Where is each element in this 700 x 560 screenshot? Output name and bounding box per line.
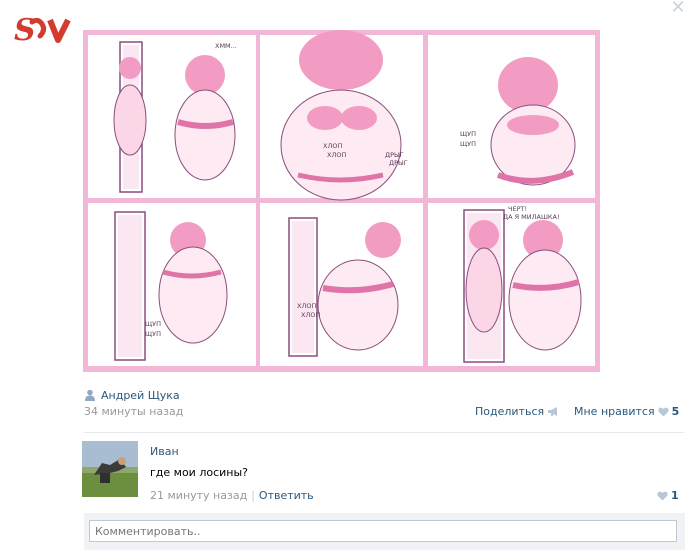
comment-text: где мои лосины? xyxy=(150,466,248,479)
divider xyxy=(84,432,684,433)
sfx-text: ЧЕРТ! xyxy=(508,205,527,213)
sfx-text: ХММ... xyxy=(215,42,237,50)
comment-author[interactable]: Иван xyxy=(150,445,179,458)
sfx-text: ХЛОП xyxy=(301,311,320,319)
comic-panel-4: ЩУП ЩУП xyxy=(88,203,256,366)
close-icon[interactable]: ✕ xyxy=(667,0,689,17)
comment-like-button[interactable]: 1 xyxy=(657,489,679,502)
post-author-name[interactable]: Андрей Щука xyxy=(101,389,180,402)
reply-button[interactable]: Ответить xyxy=(259,489,314,502)
user-icon xyxy=(85,389,95,401)
like-button[interactable]: Мне нравится 5 xyxy=(574,405,679,418)
sfx-text: ЩУП xyxy=(145,330,161,338)
comic-image[interactable]: ХММ... ХЛОП ХЛОП ДРЫГ ДРЫГ ЩУП ЩУП ЩУП Щ… xyxy=(83,30,600,372)
avatar[interactable] xyxy=(82,441,138,497)
sfx-text: ЩУП xyxy=(145,320,161,328)
post-timestamp[interactable]: 34 минуты назад xyxy=(84,405,183,418)
comic-panel-6: ЧЕРТ! ДА Я МИЛАШКА! xyxy=(428,203,595,366)
sfx-text: ДРЫГ xyxy=(389,159,408,167)
logo-s: S xyxy=(14,14,35,44)
heart-icon xyxy=(657,407,669,416)
comic-panel-1: ХММ... xyxy=(88,35,256,198)
sfx-text: ХЛОП xyxy=(297,302,316,310)
like-count: 5 xyxy=(671,405,680,418)
site-logo: S xyxy=(12,13,74,48)
post-author[interactable]: Андрей Щука xyxy=(84,387,180,403)
comment-meta: 21 минуту назад | Ответить xyxy=(150,489,314,502)
sfx-text: ЩУП xyxy=(460,130,476,138)
heart-icon xyxy=(657,491,668,500)
comic-panel-2: ХЛОП ХЛОП ДРЫГ ДРЫГ xyxy=(260,30,423,201)
comment-input[interactable] xyxy=(89,520,677,542)
sfx-text: ХЛОП xyxy=(327,151,346,159)
sfx-text: ХЛОП xyxy=(323,142,342,150)
share-button[interactable]: Поделиться xyxy=(475,405,560,418)
share-label: Поделиться xyxy=(475,405,545,418)
comic-panel-5: ХЛОП ХЛОП xyxy=(260,203,423,366)
comment-like-count: 1 xyxy=(671,489,679,502)
comment-timestamp[interactable]: 21 минуту назад xyxy=(150,489,247,502)
comic-panel-3: ЩУП ЩУП xyxy=(428,35,595,198)
megaphone-icon xyxy=(548,407,558,416)
meta-separator: | xyxy=(251,489,255,502)
sfx-text: ДРЫГ xyxy=(385,151,404,159)
like-label: Мне нравится xyxy=(574,405,655,418)
comment-box xyxy=(84,513,685,550)
sfx-text: ЩУП xyxy=(460,140,476,148)
sfx-text: ДА Я МИЛАШКА! xyxy=(503,213,560,221)
